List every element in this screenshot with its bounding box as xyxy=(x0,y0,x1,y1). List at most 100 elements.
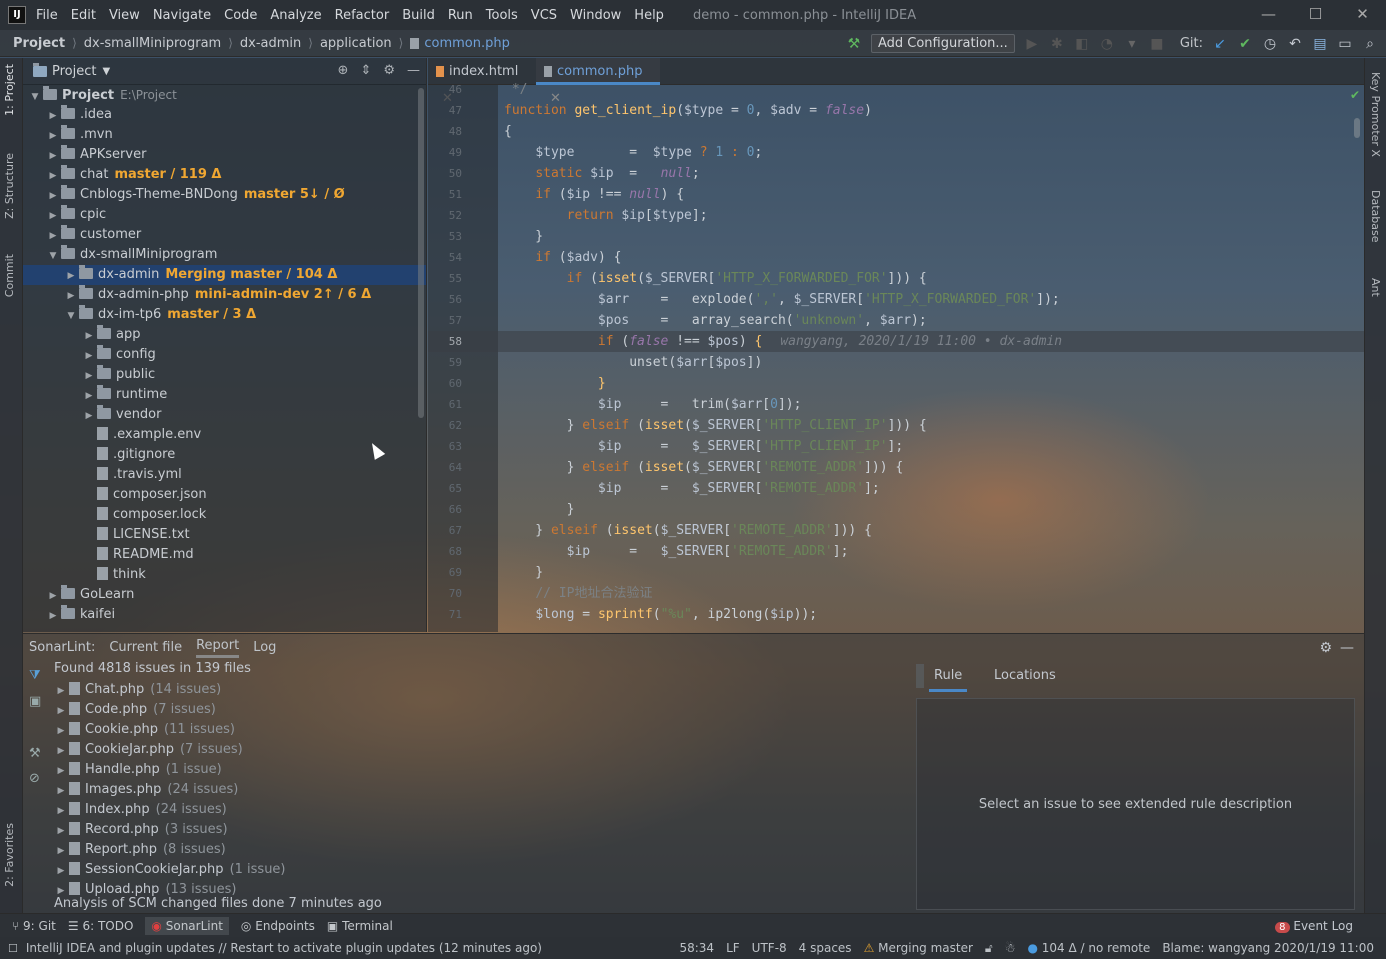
menu-view[interactable]: View xyxy=(109,8,140,23)
code-line[interactable]: 61 $ip = trim($arr[0]); xyxy=(428,394,1364,415)
code-line[interactable]: 51 if ($ip !== null) { xyxy=(428,184,1364,205)
code-line[interactable]: 63 $ip = $_SERVER['HTTP_CLIENT_IP']; xyxy=(428,436,1364,457)
code-line[interactable]: 64 } elseif (isset($_SERVER['REMOTE_ADDR… xyxy=(428,457,1364,478)
key-promoter-tab[interactable]: Key Promoter X xyxy=(1369,72,1382,157)
menu-tools[interactable]: Tools xyxy=(486,8,518,23)
tree-item[interactable]: LICENSE.txt xyxy=(23,525,426,545)
tree-item[interactable]: ▶ dx-admin-php mini-admin-dev 2↑ / 6 Δ xyxy=(23,285,426,305)
menu-navigate[interactable]: Navigate xyxy=(153,8,211,23)
menu-analyze[interactable]: Analyze xyxy=(270,8,321,23)
tree-item[interactable]: composer.lock xyxy=(23,505,426,525)
tree-item[interactable]: ▶ cpic xyxy=(23,205,426,226)
debug-icon[interactable]: ✱ xyxy=(1049,36,1065,52)
tool-todo[interactable]: ☰ 6: TODO xyxy=(68,919,134,933)
tree-item[interactable]: ▼ dx-im-tp6 master / 3 Δ xyxy=(23,305,426,325)
code-line[interactable]: 52 return $ip[$type]; xyxy=(428,205,1364,226)
code-line[interactable]: 66 } xyxy=(428,499,1364,520)
tree-item[interactable]: ▶ config xyxy=(23,345,426,365)
issue-file-row[interactable]: ▶ SessionCookieJar.php (1 issue) xyxy=(53,860,286,880)
tab-rule[interactable]: Rule xyxy=(929,668,968,692)
code-line[interactable]: 53 } xyxy=(428,226,1364,247)
gear-icon[interactable]: ⚙ xyxy=(383,63,395,78)
menu-edit[interactable]: Edit xyxy=(71,8,96,23)
collapse-all-icon[interactable]: ⇕ xyxy=(360,63,371,78)
event-log-button[interactable]: 8 Event Log xyxy=(1275,919,1353,933)
coverage-icon[interactable]: ◧ xyxy=(1074,36,1090,52)
gear-icon[interactable]: ⚙ xyxy=(1319,640,1332,656)
code-line[interactable]: 60 } xyxy=(428,373,1364,394)
tree-item[interactable]: ▶ customer xyxy=(23,225,426,245)
sonar-tools-icon[interactable]: ⚒ xyxy=(29,746,41,761)
menu-refactor[interactable]: Refactor xyxy=(335,8,390,23)
tree-item[interactable]: ▶ vendor xyxy=(23,405,426,426)
chevron-right-icon[interactable]: ▶ xyxy=(63,266,79,286)
inspection-ok-icon[interactable]: ✔ xyxy=(1350,88,1360,102)
maximize-button[interactable]: ☐ xyxy=(1292,0,1339,30)
tree-item[interactable]: ▶ kaifei xyxy=(23,605,426,626)
chevron-right-icon[interactable]: ▶ xyxy=(53,861,69,881)
commit-tool-tab[interactable]: Commit xyxy=(3,254,16,297)
code-line[interactable]: 67 } elseif (isset($_SERVER['REMOTE_ADDR… xyxy=(428,520,1364,541)
chevron-right-icon[interactable]: ▶ xyxy=(81,386,97,406)
tool-endpoints[interactable]: ◎ Endpoints xyxy=(241,919,315,933)
tool-terminal[interactable]: ▣ Terminal xyxy=(327,919,393,933)
build-hammer-icon[interactable]: ⚒ xyxy=(846,36,862,52)
tree-item[interactable]: ▶ .mvn xyxy=(23,125,426,146)
tree-item[interactable]: ▼ Project E:\Project xyxy=(23,85,426,107)
chevron-right-icon[interactable]: ▶ xyxy=(53,781,69,801)
profile-icon[interactable]: ◔ xyxy=(1099,36,1115,52)
chevron-right-icon[interactable]: ▶ xyxy=(53,741,69,761)
tab-log[interactable]: Log xyxy=(253,640,276,655)
tab-current-file[interactable]: Current file xyxy=(109,640,182,655)
tree-item[interactable]: ▶ GoLearn xyxy=(23,585,426,606)
tab-locations[interactable]: Locations xyxy=(994,668,1056,683)
chevron-down-icon[interactable]: ▼ xyxy=(27,87,43,107)
menu-help[interactable]: Help xyxy=(634,8,664,23)
issue-file-row[interactable]: ▶ CookieJar.php (7 issues) xyxy=(53,740,243,760)
code-line[interactable]: 54 if ($adv) { xyxy=(428,247,1364,268)
chevron-right-icon[interactable]: ▶ xyxy=(45,186,61,206)
inspector-icon[interactable]: ☃ xyxy=(1005,941,1016,955)
issue-file-row[interactable]: ▶ Images.php (24 issues) xyxy=(53,780,238,800)
menu-run[interactable]: Run xyxy=(448,8,473,23)
tree-item[interactable]: ▶ dx-admin Merging master / 104 Δ xyxy=(23,265,426,286)
chevron-right-icon[interactable]: ▶ xyxy=(45,586,61,606)
chevron-right-icon[interactable]: ▶ xyxy=(81,326,97,346)
tree-item[interactable]: ▶ Cnblogs-Theme-BNDong master 5↓ / Ø xyxy=(23,185,426,206)
chevron-right-icon[interactable]: ▶ xyxy=(45,606,61,626)
code-line[interactable]: 56 $arr = explode(',', $_SERVER['HTTP_X_… xyxy=(428,289,1364,310)
tree-item[interactable]: ▶ chat master / 119 Δ xyxy=(23,165,426,185)
chevron-right-icon[interactable]: ▶ xyxy=(53,721,69,741)
tree-item[interactable]: ▶ app xyxy=(23,325,426,346)
sonar-folder-icon[interactable]: ▣ xyxy=(29,694,41,709)
chevron-right-icon[interactable]: ▶ xyxy=(53,841,69,861)
tree-item[interactable]: composer.json xyxy=(23,485,426,505)
tree-item[interactable]: ▼ dx-smallMiniprogram xyxy=(23,245,426,265)
chevron-right-icon[interactable]: ▶ xyxy=(45,146,61,166)
chevron-right-icon[interactable]: ▶ xyxy=(53,761,69,781)
chevron-right-icon[interactable]: ▶ xyxy=(53,801,69,821)
issue-file-row[interactable]: ▶ Cookie.php (11 issues) xyxy=(53,720,235,740)
code-line[interactable]: 50 static $ip = null; xyxy=(428,163,1364,184)
chevron-right-icon[interactable]: ▶ xyxy=(53,681,69,701)
editor-scrollbar[interactable] xyxy=(1354,118,1360,138)
stop-icon[interactable]: ■ xyxy=(1149,36,1165,52)
close-button[interactable]: ✕ xyxy=(1339,0,1386,30)
breadcrumb-folder[interactable]: application xyxy=(320,36,392,51)
tree-item[interactable]: ▶ .idea xyxy=(23,105,426,125)
git-update-icon[interactable]: ↙ xyxy=(1212,36,1228,52)
git-commit-icon[interactable]: ✔ xyxy=(1237,36,1253,52)
issue-file-row[interactable]: ▶ Code.php (7 issues) xyxy=(53,700,216,720)
menu-file[interactable]: File xyxy=(36,8,58,23)
chevron-right-icon[interactable]: ▶ xyxy=(53,821,69,841)
tree-item[interactable]: README.md xyxy=(23,545,426,565)
chevron-right-icon[interactable]: ▶ xyxy=(45,126,61,146)
tree-item[interactable]: ▶ public xyxy=(23,365,426,385)
code-line[interactable]: 70 // IP地址合法验证 xyxy=(428,583,1364,604)
issue-file-row[interactable]: ▶ Chat.php (14 issues) xyxy=(53,680,221,700)
code-line[interactable]: 48 { xyxy=(428,121,1364,142)
code-line[interactable]: 55 if (isset($_SERVER['HTTP_X_FORWARDED_… xyxy=(428,268,1364,289)
chevron-right-icon[interactable]: ▶ xyxy=(81,406,97,426)
code-line[interactable]: 71 $long = sprintf("%u", ip2long($ip)); xyxy=(428,604,1364,625)
chevron-right-icon[interactable]: ▶ xyxy=(45,206,61,226)
